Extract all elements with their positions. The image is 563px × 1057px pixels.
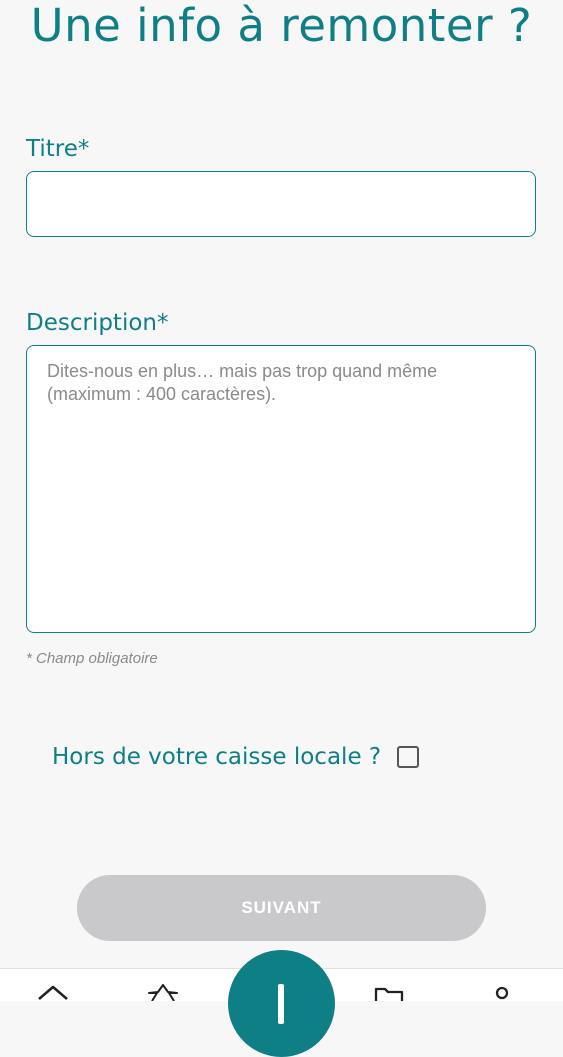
page-title: Une info à remonter ? — [30, 0, 533, 52]
nav-profile[interactable] — [482, 983, 522, 1001]
profile-icon — [495, 986, 509, 1000]
folder-icon — [374, 987, 404, 1001]
hors-caisse-checkbox[interactable] — [397, 746, 420, 768]
description-textarea[interactable] — [26, 345, 536, 633]
hors-caisse-label: Hors de votre caisse locale ? — [52, 744, 382, 770]
title-label: Titre* — [26, 136, 90, 162]
description-label: Description* — [26, 310, 169, 336]
add-button[interactable] — [228, 950, 335, 1057]
nav-favorites[interactable] — [143, 983, 183, 1001]
hors-caisse-row: Hors de votre caisse locale ? — [52, 739, 420, 775]
star-icon — [148, 984, 178, 1001]
title-input[interactable] — [26, 171, 536, 237]
plus-icon — [278, 984, 284, 1024]
required-field-note: * Champ obligatoire — [26, 650, 158, 667]
nav-folder[interactable] — [369, 983, 409, 1001]
nav-home[interactable] — [33, 983, 73, 1001]
next-button[interactable]: SUIVANT — [77, 875, 486, 941]
home-icon — [38, 985, 68, 1000]
